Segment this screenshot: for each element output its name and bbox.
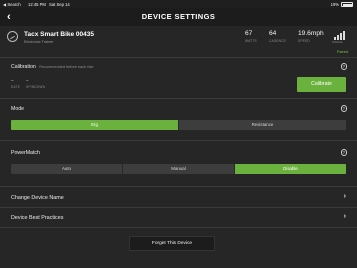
- divider: [0, 186, 357, 187]
- battery-icon: [341, 2, 353, 7]
- powermatch-segmented-control: Auto Manual Disable: [11, 164, 346, 174]
- status-date: Sat Sep 14: [49, 1, 70, 7]
- change-device-name-link[interactable]: Change Device Name: [11, 195, 64, 201]
- divider: [0, 57, 357, 58]
- metric-value: 64: [269, 30, 277, 37]
- signal-label: SIGNAL: [332, 40, 344, 44]
- calibrate-button[interactable]: Calibrate: [297, 77, 346, 92]
- calibration-title: Calibration: [11, 64, 36, 70]
- calibration-section-title: Calibration Recommended before each ride: [11, 64, 94, 70]
- device-type: Electronic Trainer: [24, 39, 54, 44]
- device-name: Tacx Smart Bike 00435: [24, 31, 94, 38]
- signal-indicator: SIGNAL: [332, 30, 347, 44]
- chevron-right-icon[interactable]: ›: [344, 213, 346, 220]
- calibration-date-value: –: [11, 78, 14, 83]
- status-bar: ◀ Search 12:45 PM Sat Sep 14 19%: [0, 0, 357, 8]
- divider: [0, 227, 357, 228]
- paired-row: Paired: [0, 50, 357, 56]
- device-header: Tacx Smart Bike 00435 Electronic Trainer…: [0, 26, 357, 50]
- metric-watts: 67 WATTS: [245, 30, 257, 43]
- powermatch-option-disable[interactable]: Disable: [235, 164, 346, 174]
- device-best-practices-link[interactable]: Device Best Practices: [11, 215, 63, 221]
- metric-value: 19.6mph: [298, 30, 324, 37]
- divider: [0, 140, 357, 141]
- divider: [0, 207, 357, 208]
- powermatch-title: PowerMatch: [11, 150, 40, 156]
- status-time: 12:45 PM: [28, 1, 46, 7]
- page-title: DEVICE SETTINGS: [141, 12, 216, 21]
- calibration-spindown-label: SPINDOWN: [26, 85, 46, 89]
- powermatch-help-icon[interactable]: ?: [340, 149, 347, 156]
- metric-speed: 19.6mph SPEED: [298, 30, 324, 43]
- paired-status: Paired: [337, 50, 348, 54]
- metric-label: CADENCE: [269, 38, 286, 43]
- mode-title: Mode: [11, 106, 24, 112]
- powermatch-option-auto[interactable]: Auto: [11, 164, 123, 174]
- back-to-search[interactable]: ◀ Search: [3, 2, 21, 7]
- mode-help-icon[interactable]: ?: [340, 105, 347, 112]
- mode-segmented-control: Erg Resistance: [11, 120, 346, 130]
- calibration-subtitle: Recommended before each ride: [39, 65, 94, 69]
- calibration-help-icon[interactable]: ?: [340, 63, 347, 70]
- mode-option-resistance[interactable]: Resistance: [179, 120, 346, 130]
- powermatch-option-manual[interactable]: Manual: [123, 164, 235, 174]
- metric-label: WATTS: [245, 38, 257, 43]
- battery-percent: 19%: [330, 1, 339, 7]
- forget-device-button[interactable]: Forget This Device: [129, 236, 215, 251]
- calibration-spindown-value: –: [26, 78, 29, 83]
- calibration-date-label: DATE: [11, 85, 21, 89]
- metric-label: SPEED: [298, 38, 310, 43]
- signal-bar: [343, 31, 345, 40]
- metric-value: 67: [245, 30, 253, 37]
- chevron-right-icon[interactable]: ›: [344, 193, 346, 200]
- metric-cadence: 64 CADENCE: [269, 30, 286, 43]
- trainer-icon: [7, 31, 18, 42]
- mode-option-erg[interactable]: Erg: [11, 120, 179, 130]
- nav-bar: ‹ DEVICE SETTINGS: [0, 8, 357, 26]
- divider: [0, 98, 357, 99]
- signal-bar: [340, 33, 342, 40]
